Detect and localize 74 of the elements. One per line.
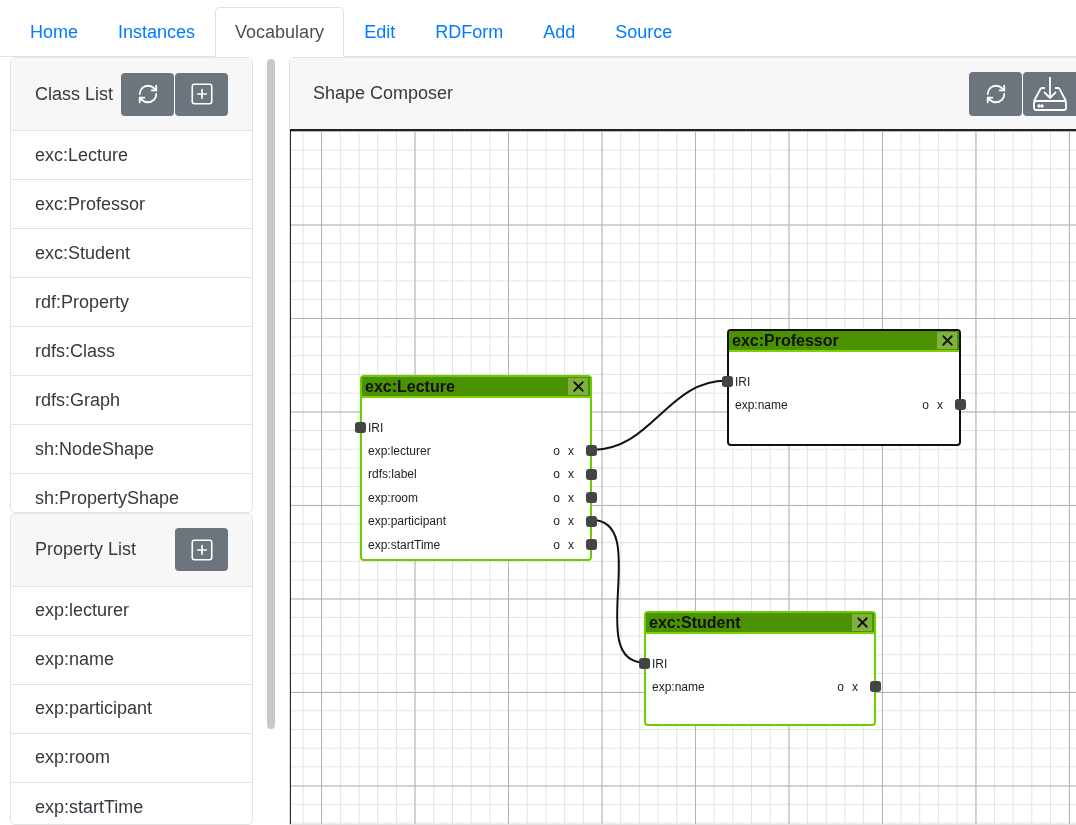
download-button[interactable] — [1023, 71, 1076, 116]
node-row-label: IRI — [652, 656, 669, 671]
nav-tab[interactable]: Source — [595, 7, 693, 57]
connection-port[interactable] — [722, 376, 733, 387]
property-list-item[interactable]: exp:startTime — [11, 782, 252, 824]
property-list-item[interactable]: exp:lecturer — [11, 586, 252, 636]
card-title: Class List — [35, 83, 114, 105]
class-list-item[interactable]: rdf:Property — [11, 278, 252, 327]
class-list-item[interactable]: exc:Lecture — [11, 131, 252, 180]
class-list-item[interactable]: rdfs:Graph — [11, 376, 252, 425]
nav-tab[interactable]: Add — [523, 7, 596, 57]
remove-link[interactable]: x — [568, 490, 574, 505]
connection-port[interactable] — [586, 468, 597, 480]
node-row-label: exp:startTime — [368, 537, 442, 552]
optional-toggle[interactable]: o — [553, 490, 560, 505]
refresh-button[interactable] — [969, 71, 1022, 116]
class-list-item[interactable]: exc:Professor — [11, 180, 252, 229]
node-row-label: exp:name — [652, 680, 706, 695]
optional-toggle[interactable]: o — [553, 444, 560, 459]
remove-link[interactable]: x — [568, 514, 574, 529]
close-button[interactable] — [568, 378, 588, 395]
nav-tab[interactable]: Edit — [344, 7, 416, 57]
connection-port[interactable] — [955, 399, 966, 411]
remove-link[interactable]: x — [568, 444, 574, 459]
connection-port[interactable] — [639, 658, 650, 669]
optional-toggle[interactable]: o — [837, 680, 844, 695]
node-title: exc:Professor — [732, 331, 839, 350]
connection-port[interactable] — [586, 445, 597, 457]
plus-square-icon — [188, 536, 215, 563]
node-row-label: exp:room — [368, 490, 420, 505]
property-list-item[interactable]: exp:room — [11, 733, 252, 783]
scrollbar-thumb[interactable] — [267, 59, 275, 729]
node-row-label: exp:participant — [368, 514, 448, 529]
class-list-item[interactable]: sh:NodeShape — [11, 425, 252, 474]
drive-download-icon — [1030, 74, 1069, 113]
nav-tab[interactable]: Instances — [98, 7, 216, 57]
node-row-label: IRI — [368, 420, 385, 435]
remove-link[interactable]: x — [568, 467, 574, 482]
node-row-label: IRI — [735, 374, 752, 389]
connection-port[interactable] — [586, 538, 597, 550]
property-list-item[interactable]: exp:name — [11, 635, 252, 685]
nav-tab[interactable]: RDForm — [415, 7, 524, 57]
refresh-icon — [136, 83, 159, 105]
connection-port[interactable] — [355, 422, 366, 433]
optional-toggle[interactable]: o — [922, 398, 929, 413]
connection-port[interactable] — [586, 515, 597, 527]
node-title: exc:Student — [649, 613, 741, 632]
node-row-label: exp:name — [735, 398, 789, 413]
property-list-item[interactable]: exp:participant — [11, 684, 252, 734]
optional-toggle[interactable]: o — [553, 537, 560, 552]
plus-square-icon — [188, 81, 215, 107]
close-button[interactable] — [852, 614, 872, 631]
connection-port[interactable] — [870, 681, 881, 693]
class-list-item[interactable]: exc:Student — [11, 229, 252, 278]
nav-tab[interactable]: Home — [10, 7, 98, 57]
card-title: Property List — [35, 539, 137, 561]
optional-toggle[interactable]: o — [553, 514, 560, 529]
optional-toggle[interactable]: o — [553, 467, 560, 482]
refresh-button[interactable] — [121, 72, 175, 116]
add-button[interactable] — [175, 528, 228, 572]
remove-link[interactable]: x — [852, 680, 858, 695]
close-button[interactable] — [937, 332, 957, 349]
node-row-label: rdfs:label — [368, 467, 418, 482]
node-title: exc:Lecture — [365, 377, 455, 396]
class-list-item[interactable]: rdfs:Class — [11, 327, 252, 376]
remove-link[interactable]: x — [937, 398, 943, 413]
remove-link[interactable]: x — [568, 537, 574, 552]
class-list-item[interactable]: sh:PropertyShape — [11, 474, 252, 512]
refresh-icon — [984, 82, 1007, 105]
add-button[interactable] — [175, 72, 229, 116]
nav-tab[interactable]: Vocabulary — [215, 7, 345, 57]
connection-port[interactable] — [586, 492, 597, 504]
node-row-label: exp:lecturer — [368, 444, 432, 459]
panel-title: Shape Composer — [313, 83, 454, 104]
